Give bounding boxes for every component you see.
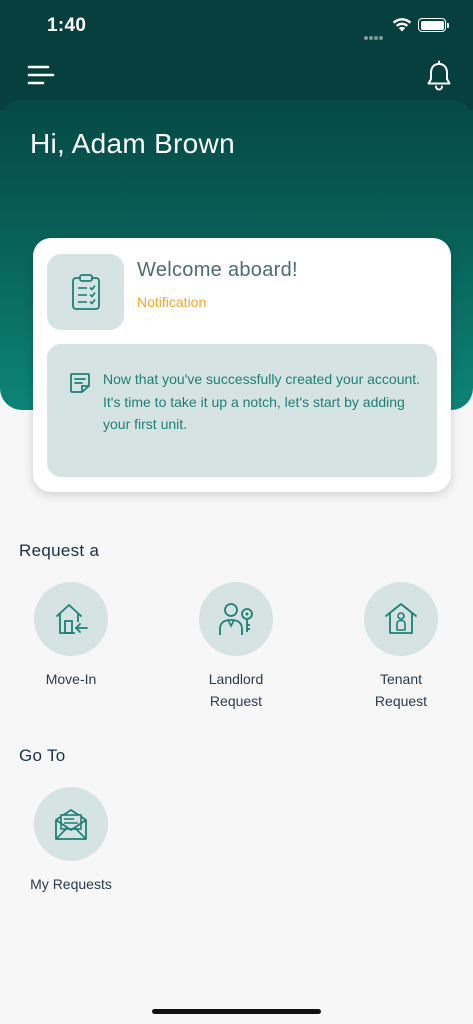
move-in-tile[interactable]: Move-In [0,582,146,690]
card-message-text: Now that you've successfully created you… [103,371,421,432]
home-indicator[interactable] [152,1009,321,1014]
house-arrow-icon [56,604,88,634]
tenant-request-tile[interactable]: Tenant Request [326,582,473,712]
welcome-card[interactable]: Welcome aboard! Notification Now that yo… [33,238,451,492]
hamburger-menu-icon [27,65,55,85]
landlord-request-label: Landlord Request [208,671,264,709]
goto-section-title: Go To [19,746,66,765]
battery-icon [418,18,449,32]
move-in-icon-circle [34,582,108,656]
house-person-icon [385,603,417,634]
status-time: 1:40 [47,15,87,36]
landlord-request-tile[interactable]: Landlord Request [161,582,311,712]
card-message-box: Now that you've successfully created you… [47,344,437,477]
my-requests-label: My Requests [30,876,112,892]
my-requests-tile[interactable]: My Requests [0,787,146,895]
greeting-text: Hi, Adam Brown [30,128,235,159]
request-section-title: Request a [19,541,100,560]
tenant-request-icon-circle [364,582,438,656]
my-requests-icon-circle [34,787,108,861]
note-icon [70,373,90,393]
card-icon-box [47,254,124,330]
clipboard-checklist-icon [71,274,100,310]
move-in-label: Move-In [45,671,97,687]
card-subtitle: Notification [137,294,207,310]
landlord-request-icon-circle [199,582,273,656]
notifications-button[interactable] [424,60,454,92]
menu-button[interactable] [26,62,56,90]
card-title: Welcome aboard! [137,259,298,281]
person-key-icon [219,603,253,635]
status-bar: 1:40 [0,0,473,50]
tenant-request-label: Tenant Request [374,671,428,709]
cellular-signal-icon [364,27,384,45]
bell-icon [427,60,451,91]
envelope-letter-icon [55,809,87,840]
wifi-icon [392,17,412,37]
